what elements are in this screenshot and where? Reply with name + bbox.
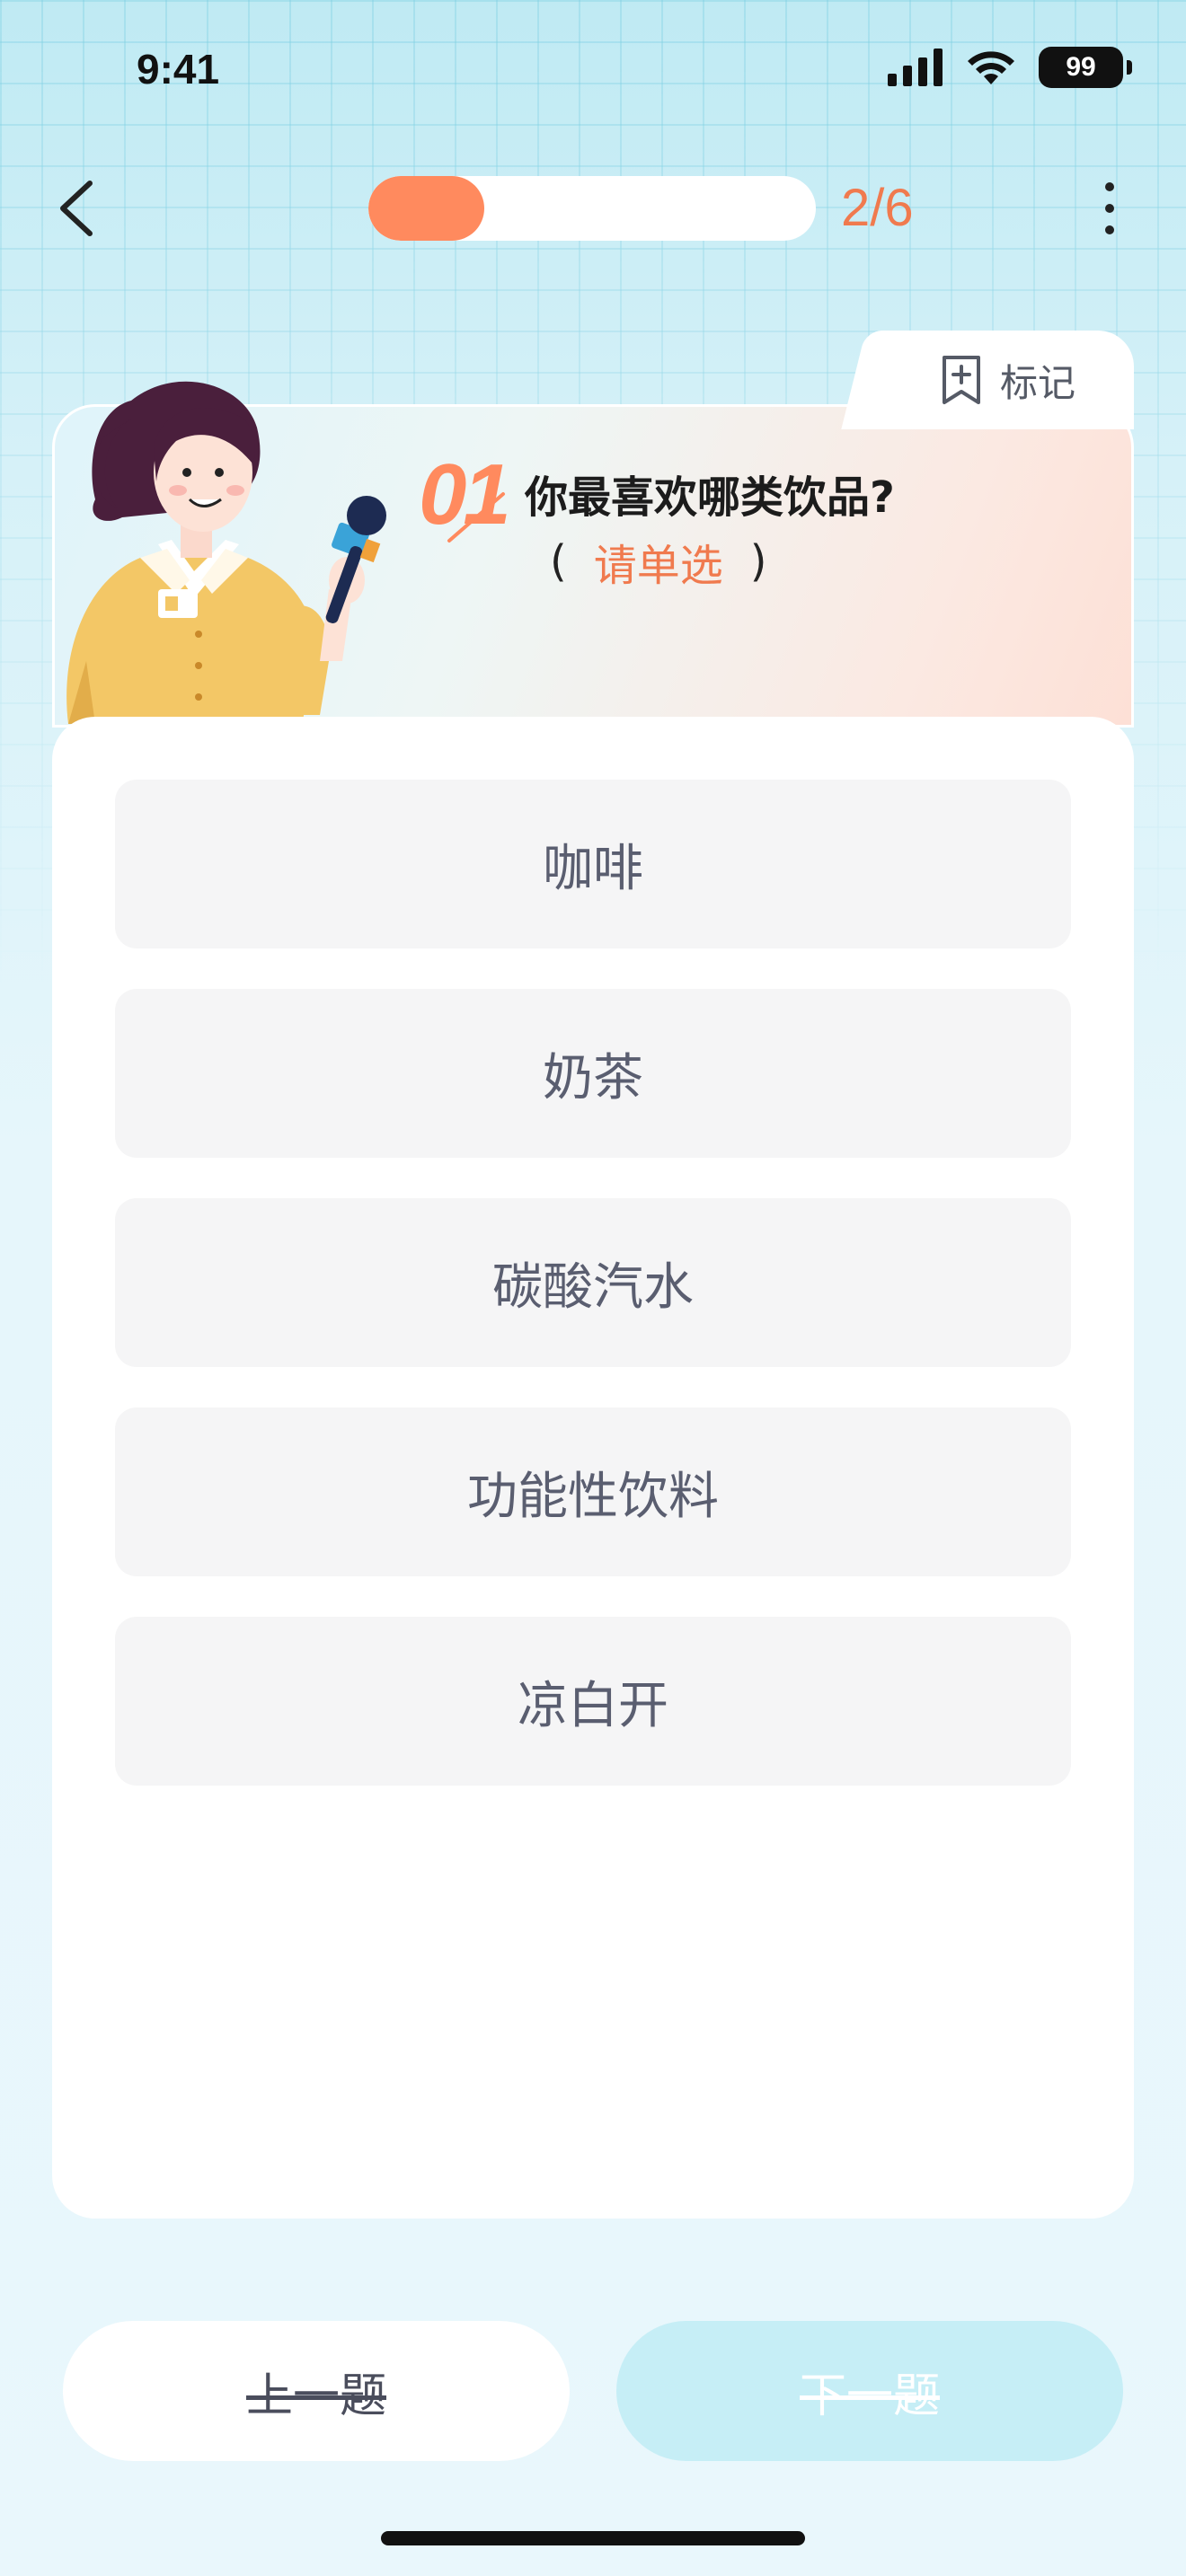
question-number-slash [447, 492, 505, 543]
hint-paren-close: ) [749, 536, 767, 587]
progress-fill [368, 176, 485, 241]
bookmark-add-icon [942, 356, 980, 404]
more-vertical-icon[interactable] [1096, 176, 1123, 241]
option-boiled-water[interactable]: 凉白开 [115, 1617, 1071, 1786]
more-dot [1105, 204, 1114, 213]
wifi-icon [968, 51, 1014, 84]
mark-button[interactable]: 标记 [881, 331, 1134, 429]
option-milk-tea[interactable]: 奶茶 [115, 989, 1071, 1158]
signal-icon [888, 49, 943, 86]
mark-label: 标记 [999, 360, 1075, 405]
interviewer-illustration [66, 381, 386, 724]
question-title: 你最喜欢哪类饮品? [525, 472, 895, 523]
more-dot [1105, 225, 1114, 234]
prev-question-button[interactable]: 上一题 [63, 2321, 570, 2461]
home-indicator [381, 2531, 805, 2545]
hint-paren-open: ( [550, 536, 567, 587]
status-time: 9:41 [137, 46, 220, 93]
option-soda[interactable]: 碳酸汽水 [115, 1198, 1071, 1367]
options-panel: 咖啡 奶茶 碳酸汽水 功能性饮料 凉白开 [52, 717, 1134, 2219]
option-energy-drink[interactable]: 功能性饮料 [115, 1407, 1071, 1576]
progress-bar [368, 176, 816, 241]
back-arrow-icon[interactable] [54, 176, 104, 241]
battery-icon: 99 [1039, 47, 1132, 88]
option-coffee[interactable]: 咖啡 [115, 780, 1071, 948]
status-icons: 99 [888, 47, 1132, 88]
next-question-button[interactable]: 下一题 [616, 2321, 1123, 2461]
progress-count: 2/6 [841, 179, 914, 237]
more-dot [1105, 182, 1114, 191]
hint-text: 请单选 [593, 541, 723, 591]
question-hint: ( 请单选 ) [550, 530, 766, 593]
